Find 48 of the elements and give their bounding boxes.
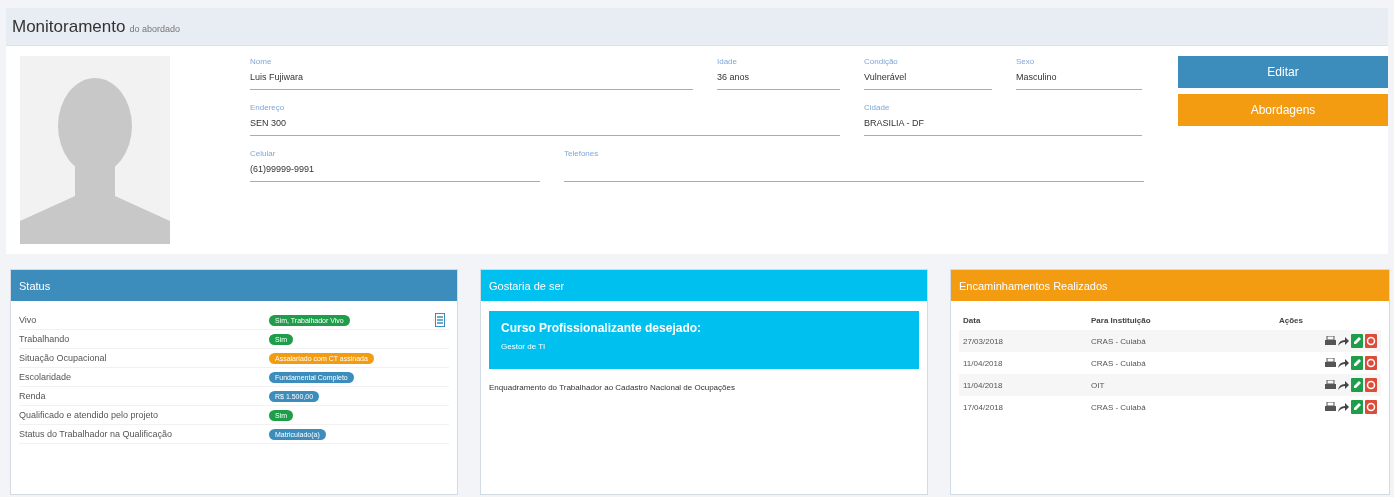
share-arrow-icon[interactable] bbox=[1338, 336, 1349, 346]
status-label: Renda bbox=[19, 391, 47, 401]
panel-header: Status bbox=[11, 270, 457, 301]
status-label: Vivo bbox=[19, 315, 38, 325]
status-label: Trabalhando bbox=[19, 334, 71, 344]
form-field[interactable]: Cidade BRASILIA - DF bbox=[864, 102, 1142, 136]
share-arrow-icon[interactable] bbox=[1338, 402, 1349, 412]
column-header: Ações bbox=[1275, 311, 1381, 330]
print-icon[interactable] bbox=[1325, 336, 1336, 346]
delete-icon[interactable] bbox=[1365, 378, 1377, 392]
page-subtitle: do abordado bbox=[129, 23, 180, 34]
panel-header: Encaminhamentos Realizados bbox=[951, 270, 1389, 301]
table-cell: 11/04/2018 bbox=[959, 352, 1087, 374]
form-field[interactable]: Celular (61)99999-9991 bbox=[250, 148, 540, 182]
table-cell: CRAS - Cuiabá bbox=[1087, 396, 1275, 418]
print-icon[interactable] bbox=[1325, 402, 1336, 412]
table-cell: CRAS - Cuiabá bbox=[1087, 352, 1275, 374]
panel-header: Gostaria de ser bbox=[481, 270, 927, 301]
status-label: Qualificado e atendido pelo projeto bbox=[19, 410, 160, 420]
delete-icon[interactable] bbox=[1365, 334, 1377, 348]
table-cell: OIT bbox=[1087, 374, 1275, 396]
delete-icon[interactable] bbox=[1365, 400, 1377, 414]
delete-icon[interactable] bbox=[1365, 356, 1377, 370]
form-field[interactable]: Sexo Masculino bbox=[1016, 56, 1142, 90]
page-title: Monitoramento bbox=[12, 16, 126, 37]
form-field[interactable]: Nome Luis Fujiwara bbox=[250, 56, 693, 90]
print-icon[interactable] bbox=[1325, 380, 1336, 390]
share-arrow-icon[interactable] bbox=[1338, 380, 1349, 390]
table-cell: 11/04/2018 bbox=[959, 374, 1087, 396]
table-cell: 27/03/2018 bbox=[959, 330, 1087, 352]
document-icon[interactable] bbox=[435, 313, 445, 327]
callout-text: Gestor de TI bbox=[501, 342, 547, 351]
form-field[interactable]: Endereço SEN 300 bbox=[250, 102, 840, 136]
table-cell: CRAS - Cuiabá bbox=[1087, 330, 1275, 352]
column-header: Para Instituição bbox=[1087, 311, 1275, 330]
share-arrow-icon[interactable] bbox=[1338, 358, 1349, 368]
callout-title: Curso Profissionalizante desejado: bbox=[501, 321, 703, 335]
status-label: Situação Ocupacional bbox=[19, 353, 108, 363]
status-label: Status do Trabalhador na Qualificação bbox=[19, 429, 174, 439]
occupation-note: Enquadramento do Trabalhador ao Cadastro Nacional de Ocupações bbox=[489, 383, 736, 392]
column-header: Data bbox=[959, 311, 1087, 330]
table-cell: 17/04/2018 bbox=[959, 396, 1087, 418]
avatar-silhouette-icon bbox=[20, 56, 170, 244]
edit-button[interactable]: Editar bbox=[1178, 56, 1388, 88]
form-field[interactable]: Condição Vulnerável bbox=[864, 56, 992, 90]
status-label: Escolaridade bbox=[19, 372, 73, 382]
form-field[interactable]: Idade 36 anos bbox=[717, 56, 840, 90]
print-icon[interactable] bbox=[1325, 358, 1336, 368]
